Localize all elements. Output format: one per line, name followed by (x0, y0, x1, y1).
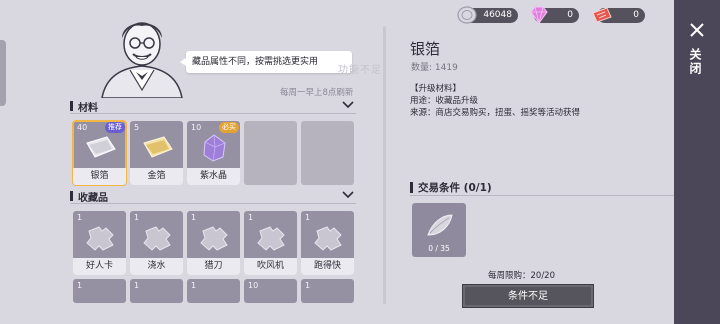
puzzle-piece-icon (200, 226, 228, 251)
collectible-card-good-person-card[interactable]: 1 好人卡 (73, 211, 126, 275)
empty-slot (301, 121, 354, 185)
section-divider (410, 195, 674, 196)
close-icon[interactable] (689, 22, 705, 38)
silver-coin-icon (457, 6, 477, 24)
collectible-card-hair-dryer[interactable]: 1 吹风机 (244, 211, 297, 275)
currency-gem[interactable]: 0 (530, 6, 579, 24)
collectible-card-hunting-knife[interactable]: 1 猎刀 (187, 211, 240, 275)
collectible-card[interactable]: 1 (187, 279, 240, 303)
puzzle-piece-icon (257, 226, 285, 251)
trade-button[interactable]: 条件不足 (462, 284, 594, 308)
recommend-badge: 推荐 (105, 122, 125, 133)
item-quantity: 1 (305, 213, 311, 222)
item-quantity: 1 (191, 213, 197, 222)
section-divider (70, 113, 356, 114)
item-detail-quantity: 数量: 1419 (411, 63, 458, 73)
item-detail-category: 【升级材料】 (410, 84, 462, 94)
silver-leaf-icon (427, 214, 453, 236)
material-card-gold-foil[interactable]: 5 金箔 (130, 121, 183, 185)
item-detail-title: 银箔 (410, 40, 441, 58)
item-quantity: 1 (134, 213, 140, 222)
section-marker (410, 182, 413, 193)
section-marker (70, 101, 73, 111)
weekly-limit: 每周限购：20/20 (488, 271, 555, 281)
gold-foil-icon (143, 136, 173, 158)
trade-conditions-header: 交易条件 (0/1) (410, 180, 674, 196)
shopkeeper-speech-bubble: 藏品属性不同，按需挑选更实用 (180, 51, 352, 73)
item-label: 紫水晶 (187, 168, 240, 185)
trade-conditions-title: 交易条件 (0/1) (418, 182, 492, 194)
close-label: 关闭 (688, 48, 702, 76)
required-count: 0 / 35 (428, 244, 450, 253)
background-watermark-text: 功能不足 (338, 65, 382, 76)
pink-gem-icon (530, 6, 548, 24)
item-quantity: 10 (191, 123, 202, 132)
materials-section-header[interactable]: 材料 (70, 98, 356, 114)
item-label: 银箔 (73, 168, 126, 185)
item-label: 浇水 (130, 258, 183, 275)
collectible-card[interactable]: 1 (301, 279, 354, 303)
puzzle-piece-icon (314, 226, 342, 251)
currency-value: 46048 (483, 10, 512, 20)
collectible-card-watering[interactable]: 1 浇水 (130, 211, 183, 275)
item-label: 金箔 (130, 168, 183, 185)
close-panel[interactable]: 关闭 (674, 0, 720, 324)
item-label: 跑得快 (301, 258, 354, 275)
chevron-down-icon[interactable] (342, 99, 354, 111)
item-quantity: 1 (77, 213, 83, 222)
item-label: 猎刀 (187, 258, 240, 275)
chevron-down-icon[interactable] (342, 189, 354, 201)
section-divider (70, 203, 356, 204)
material-card-silver-foil[interactable]: 40 推荐 银箔 (72, 120, 127, 186)
item-quantity: 1 (305, 281, 311, 290)
item-quantity: 1 (248, 213, 254, 222)
materials-title: 材料 (78, 103, 98, 114)
collectibles-section-header[interactable]: 收藏品 (70, 188, 356, 204)
collectible-card[interactable]: 10 (244, 279, 297, 303)
item-detail-source: 来源：商店交易购买，扭蛋、摇奖等活动获得 (410, 108, 581, 118)
item-label: 吹风机 (244, 258, 297, 275)
item-detail-usage: 用途：收藏品升级 (410, 96, 479, 106)
item-quantity: 40 (77, 123, 88, 132)
side-drawer-handle[interactable] (0, 40, 6, 106)
required-item-card[interactable]: 0 / 35 (412, 203, 466, 257)
puzzle-piece-icon (86, 226, 114, 251)
collectible-card[interactable]: 1 (130, 279, 183, 303)
shopkeeper-portrait (101, 22, 183, 98)
section-marker (70, 191, 73, 201)
collectibles-title: 收藏品 (78, 193, 108, 204)
must-buy-badge: 必买 (219, 122, 239, 133)
material-card-amethyst[interactable]: 10 必买 紫水晶 (187, 121, 240, 185)
amethyst-icon (203, 134, 226, 162)
currency-value: 0 (567, 10, 573, 20)
collectible-card-run-fast[interactable]: 1 跑得快 (301, 211, 354, 275)
item-quantity: 1 (191, 281, 197, 290)
silver-foil-icon (86, 136, 116, 158)
shop-screen: 藏品属性不同，按需挑选更实用 功能不足 每周一早上8点刷新 材料 40 推荐 银… (0, 0, 720, 324)
item-quantity: 1 (77, 281, 83, 290)
item-quantity: 5 (134, 123, 140, 132)
puzzle-piece-icon (143, 226, 171, 251)
empty-slot (244, 121, 297, 185)
currency-ticket[interactable]: 0 (592, 7, 645, 23)
collectible-card[interactable]: 1 (73, 279, 126, 303)
panel-divider (383, 26, 386, 304)
currency-value: 0 (633, 10, 639, 20)
item-quantity: 1 (134, 281, 140, 290)
refresh-notice: 每周一早上8点刷新 (280, 88, 354, 98)
red-ticket-icon (592, 7, 612, 23)
currency-silver[interactable]: 46048 (457, 6, 518, 24)
item-label: 好人卡 (73, 258, 126, 275)
item-quantity: 10 (248, 281, 259, 290)
